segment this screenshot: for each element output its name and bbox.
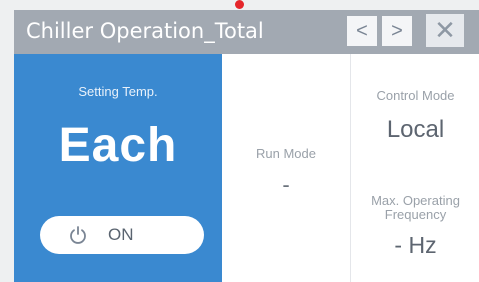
- setting-temp-panel: Setting Temp. Each ON: [14, 54, 222, 282]
- max-frequency-label: Max. Operating Frequency: [351, 194, 479, 222]
- window-title: Chiller Operation_Total: [26, 19, 264, 43]
- power-icon: [70, 226, 86, 244]
- max-frequency-value: - Hz: [394, 232, 437, 258]
- run-mode-value: -: [282, 172, 290, 197]
- setting-temp-value: Each: [58, 119, 178, 172]
- control-mode-value: Local: [386, 116, 445, 143]
- chiller-operation-screen: Chiller Operation_Total < > ✕ Setting Te…: [0, 0, 479, 282]
- close-button[interactable]: ✕: [426, 14, 464, 47]
- power-state-label: ON: [108, 225, 134, 244]
- control-info-panel: Control Mode Local Max. Operating Freque…: [350, 54, 479, 282]
- run-mode-label: Run Mode: [256, 146, 316, 161]
- setting-temp-label: Setting Temp.: [78, 84, 158, 99]
- max-frequency-label-line1: Max. Operating: [371, 193, 460, 208]
- previous-button[interactable]: <: [347, 16, 377, 46]
- power-toggle-button[interactable]: ON: [40, 216, 204, 254]
- next-button[interactable]: >: [382, 16, 412, 46]
- max-frequency-label-line2: Frequency: [384, 207, 447, 222]
- run-mode-panel: Run Mode -: [222, 54, 350, 282]
- control-mode-label: Control Mode: [376, 88, 455, 103]
- indicator-dot: [235, 0, 244, 9]
